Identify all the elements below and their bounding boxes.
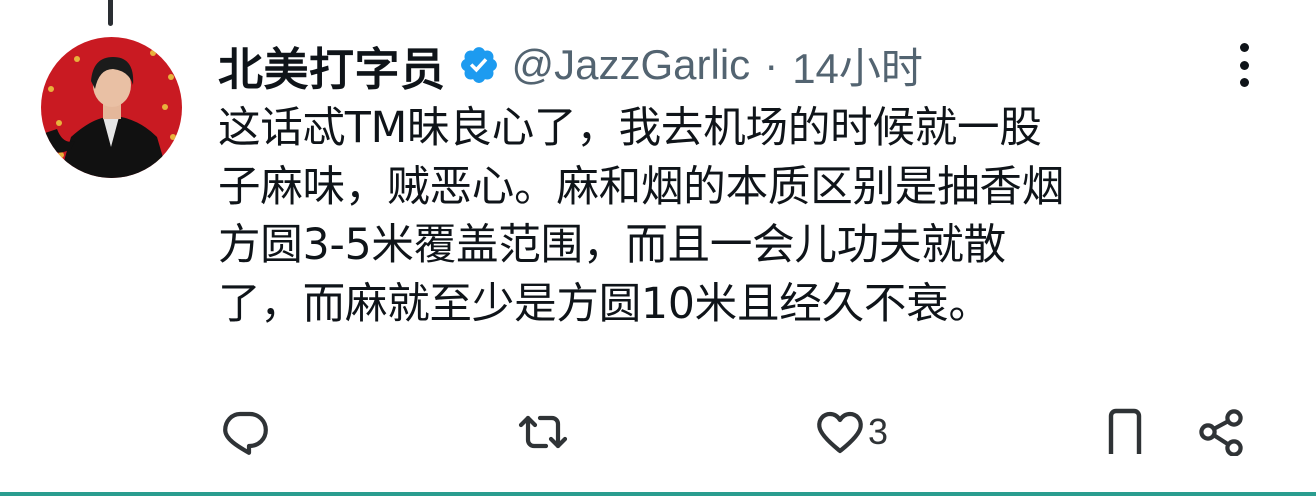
avatar[interactable] — [41, 37, 182, 178]
more-vertical-icon[interactable] — [1228, 40, 1260, 90]
share-icon — [1199, 409, 1243, 456]
reply-button[interactable] — [219, 408, 271, 456]
tweet-text-line: 了，而麻就至少是方圆10米且经久不衰。 — [218, 279, 991, 329]
tweet-text: 这话忒TM昧良心了，我去机场的时候就一股 子麻味，贼恶心。麻和烟的本质区别是抽香烟… — [218, 100, 1278, 334]
more-dot — [1239, 43, 1249, 52]
thread-connector-line — [108, 0, 113, 26]
bookmark-icon — [1108, 408, 1142, 454]
separator-dot: · — [764, 41, 779, 88]
tweet-text-line: 这话忒TM昧良心了，我去机场的时候就一股 — [218, 104, 1042, 153]
share-button[interactable] — [1196, 408, 1248, 456]
verified-badge-icon — [460, 47, 497, 83]
author-display-name[interactable]: 北美打字员 — [218, 33, 446, 98]
tweet-text-line: 子麻味，贼恶心。麻和烟的本质区别是抽香烟 — [218, 162, 1065, 212]
author-handle[interactable]: @JazzGarlic — [512, 41, 751, 89]
retweet-icon — [518, 415, 568, 449]
bookmark-button[interactable] — [1104, 408, 1146, 456]
heart-icon — [817, 411, 863, 454]
timestamp[interactable]: 14小时 — [792, 35, 923, 96]
avatar-image — [41, 37, 182, 178]
retweet-button[interactable] — [516, 408, 570, 456]
reply-icon — [223, 411, 268, 455]
like-button[interactable]: 3 — [814, 408, 888, 456]
more-dot — [1239, 60, 1249, 70]
like-count: 3 — [868, 411, 889, 452]
more-dot — [1239, 78, 1249, 87]
tweet-text-line: 方圆3-5米覆盖范围，而且一会儿功夫就散 — [218, 221, 1006, 270]
bottom-accent-bar — [0, 492, 1316, 496]
tweet-header: 北美打字员 @JazzGarlic · 14小时 — [218, 34, 923, 96]
